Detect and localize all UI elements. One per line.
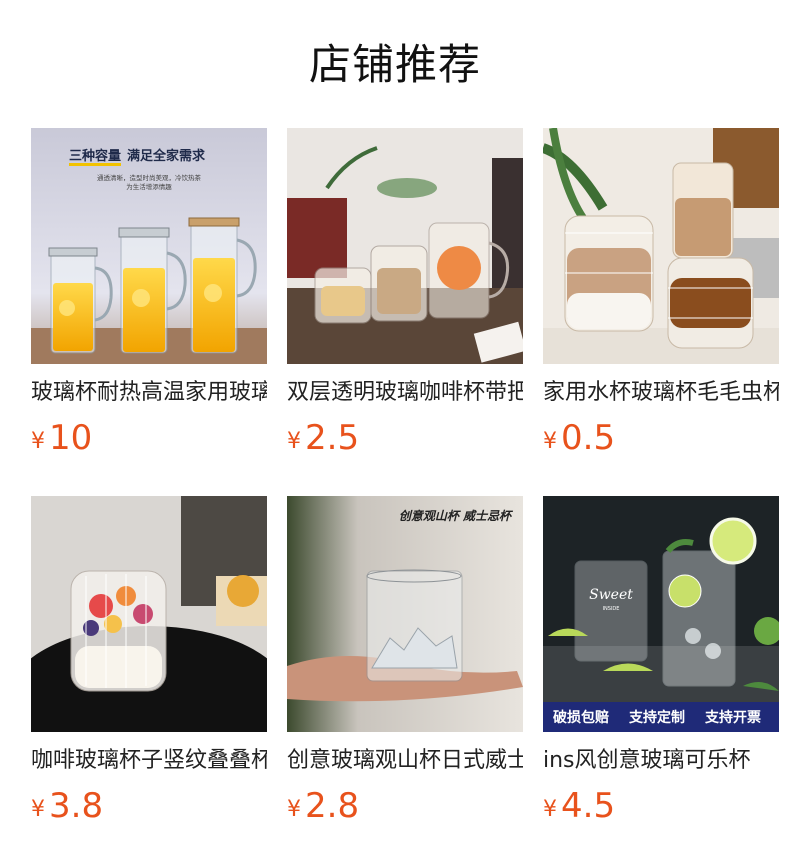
- banner-item: 支持定制: [628, 709, 685, 726]
- currency-symbol: ¥: [543, 429, 557, 454]
- image-subline: 通透清晰，造型时尚美观，冷饮热茶: [97, 173, 202, 182]
- currency-symbol: ¥: [287, 797, 301, 822]
- price-value: 10: [49, 418, 93, 458]
- product-name[interactable]: 玻璃杯耐热高温家用玻璃: [31, 376, 267, 410]
- product-name[interactable]: 家用水杯玻璃杯毛毛虫杯: [543, 376, 779, 410]
- product-name[interactable]: 创意玻璃观山杯日式威士忌: [287, 744, 523, 778]
- section-title: 店铺推荐: [308, 40, 481, 89]
- image-overlay-text: 创意观山杯 威士忌杯: [399, 509, 514, 523]
- price-value: 4.5: [561, 786, 616, 826]
- product-price: ¥0.5: [543, 418, 615, 458]
- image-subline: 为生活增添情趣: [126, 182, 172, 191]
- glass-pitchers-image[interactable]: 三种容量 满足全家需求 通透清晰，造型时尚美观，冷饮热茶 为生活增添情趣: [31, 128, 267, 364]
- product-grid: 三种容量 满足全家需求 通透清晰，造型时尚美观，冷饮热茶 为生活增添情趣 玻璃杯…: [31, 128, 779, 828]
- product-name[interactable]: 咖啡玻璃杯子竖纹叠叠杯: [31, 744, 267, 778]
- price-value: 2.8: [305, 786, 360, 826]
- dessert-glass-image[interactable]: [31, 496, 267, 732]
- price-value: 0.5: [561, 418, 616, 458]
- product-name[interactable]: 双层透明玻璃咖啡杯带把: [287, 376, 523, 410]
- cola-glasses-image[interactable]: Sweet INSIDE 破损包赔 支持定制 支持开票: [543, 496, 779, 732]
- currency-symbol: ¥: [31, 797, 45, 822]
- image-headline-prefix: 三种容量: [69, 148, 121, 164]
- currency-symbol: ¥: [31, 429, 45, 454]
- glass-script-text: Sweet: [589, 587, 633, 603]
- price-value: 2.5: [305, 418, 360, 458]
- product-price: ¥3.8: [31, 786, 103, 826]
- price-value: 3.8: [49, 786, 104, 826]
- product-price: ¥2.5: [287, 418, 359, 458]
- image-headline-suffix: 满足全家需求: [127, 148, 206, 164]
- product-price: ¥10: [31, 418, 92, 458]
- double-wall-cups-image[interactable]: [287, 128, 523, 364]
- mountain-whisky-glass-image[interactable]: 创意观山杯 威士忌杯: [287, 496, 523, 732]
- product-name[interactable]: ins风创意玻璃可乐杯: [543, 744, 779, 778]
- ribbed-glasses-image[interactable]: [543, 128, 779, 364]
- glass-small-text: INSIDE: [603, 606, 620, 612]
- product-price: ¥2.8: [287, 786, 359, 826]
- currency-symbol: ¥: [543, 797, 557, 822]
- currency-symbol: ¥: [287, 429, 301, 454]
- banner-item: 破损包赔: [553, 709, 609, 726]
- banner-item: 支持开票: [704, 709, 761, 726]
- product-price: ¥4.5: [543, 786, 615, 826]
